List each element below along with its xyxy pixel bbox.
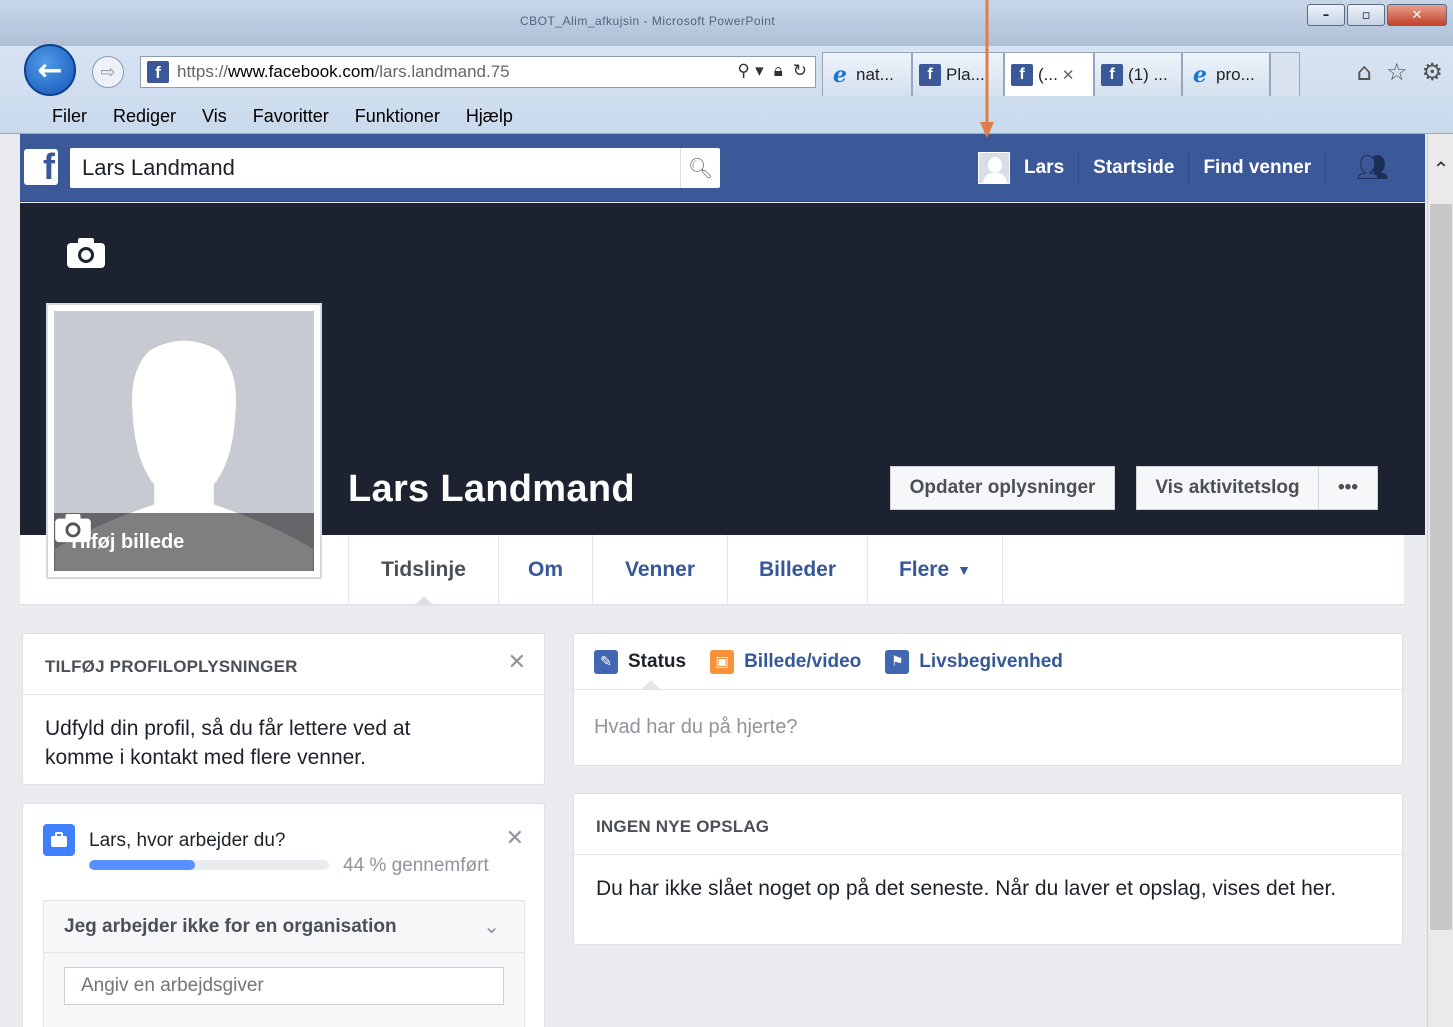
browser-tab[interactable]: e nat...	[822, 52, 912, 96]
close-tab-icon[interactable]: ✕	[1062, 66, 1075, 84]
menu-hjaelp[interactable]: Hjælp	[453, 106, 526, 127]
card-heading: TILFØJ PROFILOPLYSNINGER	[45, 657, 298, 676]
caret-down-icon: ▼	[957, 562, 972, 578]
facebook-icon: f	[1101, 63, 1123, 86]
briefcase-icon	[43, 824, 75, 856]
card-body-text: Udfyld din profil, så du får lettere ved…	[45, 717, 411, 769]
browser-tab-active[interactable]: f (... ✕	[1004, 52, 1094, 96]
work-question-card: Lars, hvor arbejder du? ✕ 44 % gennemfør…	[22, 803, 545, 1027]
add-profile-info-card: TILFØJ PROFILOPLYSNINGER ✕ Udfyld din pr…	[22, 633, 545, 785]
work-form: Jeg arbejder ikke for en organisation ⌄	[43, 900, 525, 1027]
menu-filer[interactable]: Filer	[20, 106, 100, 127]
facebook-icon: f	[1011, 63, 1033, 86]
composer-tab-status[interactable]: ✎ Status	[594, 650, 686, 674]
profile-name[interactable]: Lars Landmand	[348, 468, 635, 511]
progress-label: 44 % gennemført	[343, 855, 489, 876]
camera-icon	[55, 513, 91, 543]
ie-icon: e	[833, 61, 847, 88]
search-box: 🔍︎	[70, 148, 720, 188]
scrollbar[interactable]: ⌃	[1427, 134, 1453, 1027]
status-input[interactable]: Hvad har du på hjerte?	[594, 716, 797, 739]
card-body-text: Du har ikke slået noget op på det senest…	[596, 877, 1337, 900]
back-arrow-icon: ←	[37, 52, 63, 88]
menu-favoritter[interactable]: Favoritter	[240, 106, 342, 127]
employer-input[interactable]	[64, 967, 504, 1005]
ie-icon: e	[1193, 61, 1207, 88]
search-input[interactable]	[70, 155, 670, 181]
forward-arrow-icon: ⇨	[100, 61, 116, 83]
menu-vis[interactable]: Vis	[189, 106, 240, 127]
chevron-down-icon: ⌄	[483, 914, 500, 938]
forward-button[interactable]: ⇨	[92, 56, 124, 88]
facebook-top-bar: f 🔍︎ Lars Startside Find venner 👥︎	[20, 134, 1425, 202]
profile-progress-bar	[89, 860, 329, 870]
close-icon[interactable]: ✕	[506, 826, 524, 851]
close-icon[interactable]: ✕	[508, 650, 526, 675]
address-url[interactable]: https://www.facebook.com/lars.landmand.7…	[177, 62, 510, 82]
menu-rediger[interactable]: Rediger	[100, 106, 189, 127]
no-posts-card: INGEN NYE OPSLAG Du har ikke slået noget…	[573, 793, 1403, 945]
friend-requests-icon[interactable]: 👥︎	[1356, 153, 1389, 183]
address-bar[interactable]: f https://www.facebook.com/lars.landmand…	[140, 56, 816, 88]
photo-icon: ▣	[710, 650, 735, 674]
add-photo-button[interactable]: Tilføj billede	[54, 513, 314, 571]
window-titlebar: CBOT_Alim_afkujsin - Microsoft PowerPoin…	[0, 0, 1453, 46]
nav-profile-link[interactable]: Lars	[1010, 152, 1080, 184]
search-icon: 🔍︎	[687, 156, 714, 180]
window-title: CBOT_Alim_afkujsin - Microsoft PowerPoin…	[520, 14, 776, 28]
search-button[interactable]: 🔍︎	[680, 148, 720, 188]
menu-bar: Filer Rediger Vis Favoritter Funktioner …	[20, 98, 526, 134]
tab-friends[interactable]: Venner	[592, 535, 727, 605]
update-info-button[interactable]: Opdater oplysninger	[890, 466, 1115, 510]
favorites-star-icon[interactable]: ☆	[1386, 58, 1408, 86]
tab-about[interactable]: Om	[498, 535, 592, 605]
new-tab-button[interactable]	[1270, 52, 1300, 96]
camera-icon[interactable]	[66, 237, 106, 269]
scroll-up-icon[interactable]: ⌃	[1428, 154, 1453, 184]
browser-tab[interactable]: e pro...	[1182, 52, 1270, 96]
back-button[interactable]: ←	[24, 44, 76, 96]
more-options-button[interactable]: •••	[1318, 466, 1378, 510]
nav-home-link[interactable]: Startside	[1079, 152, 1190, 184]
scroll-thumb[interactable]	[1430, 204, 1452, 930]
tab-photos[interactable]: Billeder	[727, 535, 867, 605]
pencil-icon: ✎	[594, 650, 618, 674]
maximize-button[interactable]: ▫	[1347, 4, 1385, 26]
facebook-favicon-icon: f	[147, 61, 169, 83]
activity-log-button[interactable]: Vis aktivitetslog	[1136, 466, 1319, 510]
home-icon[interactable]: ⌂	[1357, 58, 1372, 86]
browser-chrome: CBOT_Alim_afkujsin - Microsoft PowerPoin…	[0, 0, 1453, 134]
settings-gear-icon[interactable]: ⚙	[1421, 58, 1443, 86]
annotation-arrow	[980, 0, 994, 138]
search-dropdown-icon[interactable]: ⚲ ▾	[737, 61, 763, 81]
refresh-icon[interactable]: ↻	[793, 61, 807, 81]
close-window-button[interactable]: ✕	[1387, 4, 1447, 26]
facebook-logo[interactable]: f	[24, 149, 58, 185]
composer-tab-photo[interactable]: ▣ Billede/video	[710, 650, 861, 674]
tab-strip: e nat... f Pla... f (... ✕ f (1) ... e p…	[822, 52, 1300, 96]
flag-icon: ⚑	[885, 650, 910, 674]
lock-icon[interactable]: 🔒︎	[774, 61, 783, 81]
minimize-button[interactable]: –	[1307, 4, 1345, 26]
composer-tab-life-event[interactable]: ⚑ Livsbegivenhed	[885, 650, 1063, 674]
tab-timeline[interactable]: Tidslinje	[348, 535, 498, 606]
card-heading: INGEN NYE OPSLAG	[596, 817, 770, 836]
nav-find-friends-link[interactable]: Find venner	[1189, 152, 1327, 184]
work-question: Lars, hvor arbejder du?	[89, 830, 286, 851]
profile-picture[interactable]: Tilføj billede	[46, 303, 322, 579]
org-select[interactable]: Jeg arbejder ikke for en organisation ⌄	[44, 901, 524, 953]
facebook-icon: f	[919, 63, 941, 86]
menu-funktioner[interactable]: Funktioner	[342, 106, 453, 127]
tab-more[interactable]: Flere ▼	[867, 535, 1003, 605]
progress-fill	[89, 860, 195, 870]
browser-tab[interactable]: f (1) ...	[1094, 52, 1182, 96]
avatar[interactable]	[978, 152, 1010, 184]
post-composer: ✎ Status ▣ Billede/video ⚑ Livsbegivenhe…	[573, 633, 1403, 766]
